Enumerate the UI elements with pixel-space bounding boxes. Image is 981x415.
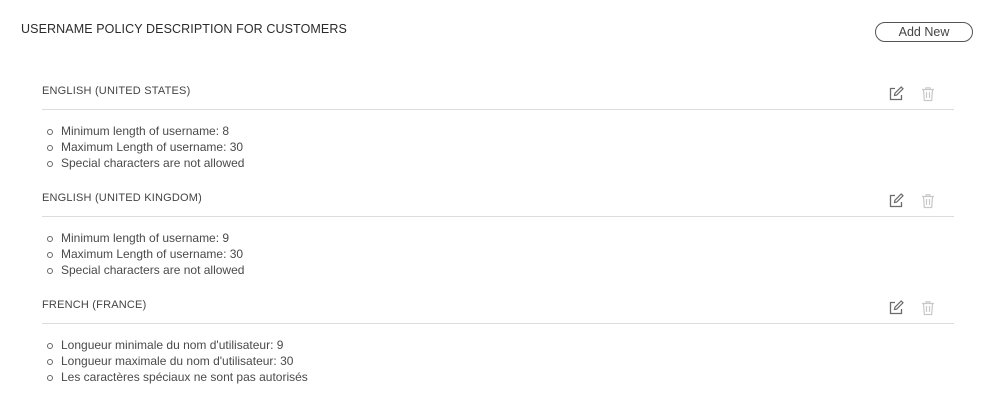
add-new-button[interactable]: Add New	[875, 22, 973, 42]
section-header: ENGLISH (UNITED STATES)	[42, 75, 954, 110]
section-title: ENGLISH (UNITED KINGDOM)	[42, 192, 203, 204]
policy-list: Minimum length of username: 9 Maximum Le…	[45, 230, 244, 278]
policy-section-en-us: ENGLISH (UNITED STATES) Minimum length o…	[42, 75, 954, 170]
policy-list: Longueur minimale du nom d'utilisateur: …	[45, 337, 308, 385]
policy-section-en-gb: ENGLISH (UNITED KINGDOM) Minimum length …	[42, 182, 954, 277]
section-header: ENGLISH (UNITED KINGDOM)	[42, 182, 954, 217]
trash-icon[interactable]	[919, 85, 937, 103]
policy-list: Minimum length of username: 8 Maximum Le…	[45, 123, 244, 171]
list-item: Maximum Length of username: 30	[45, 139, 244, 155]
list-item: Longueur minimale du nom d'utilisateur: …	[45, 337, 308, 353]
edit-icon[interactable]	[887, 299, 905, 317]
edit-icon[interactable]	[887, 85, 905, 103]
list-item: Longueur maximale du nom d'utilisateur: …	[45, 353, 308, 369]
list-item: Minimum length of username: 9	[45, 230, 244, 246]
list-item: Les caractères spéciaux ne sont pas auto…	[45, 369, 308, 385]
section-header: FRENCH (FRANCE)	[42, 289, 954, 324]
list-item: Maximum Length of username: 30	[45, 246, 244, 262]
edit-icon[interactable]	[887, 192, 905, 210]
policy-section-fr-fr: FRENCH (FRANCE) Longueur minimale du nom…	[42, 289, 954, 384]
trash-icon[interactable]	[919, 299, 937, 317]
trash-icon[interactable]	[919, 192, 937, 210]
list-item: Minimum length of username: 8	[45, 123, 244, 139]
section-title: ENGLISH (UNITED STATES)	[42, 85, 191, 97]
list-item: Special characters are not allowed	[45, 155, 244, 171]
page-title: USERNAME POLICY DESCRIPTION FOR CUSTOMER…	[21, 22, 347, 36]
list-item: Special characters are not allowed	[45, 262, 244, 278]
section-title: FRENCH (FRANCE)	[42, 299, 147, 311]
